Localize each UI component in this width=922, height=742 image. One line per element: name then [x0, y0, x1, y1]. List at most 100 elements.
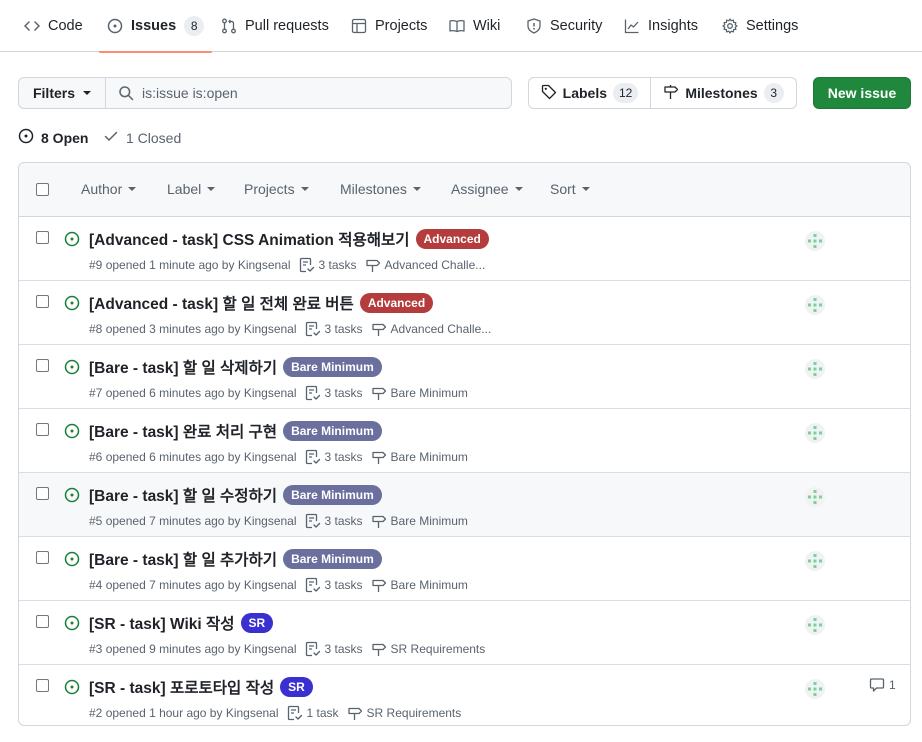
- issue-checkbox[interactable]: [36, 487, 49, 500]
- issue-opened-icon: [64, 295, 80, 311]
- avatar[interactable]: [805, 295, 825, 315]
- assignee-filter[interactable]: Assignee: [451, 181, 523, 197]
- issue-author[interactable]: Kingsenal: [244, 578, 297, 592]
- issue-row[interactable]: [SR - task] 포로토타입 작성 SR #2 opened 1 hour…: [19, 665, 910, 725]
- search-input[interactable]: [142, 85, 502, 101]
- avatar[interactable]: [805, 359, 825, 379]
- milestone-icon: [663, 84, 679, 103]
- issue-number: #5: [89, 514, 103, 528]
- avatar[interactable]: [805, 423, 825, 443]
- issue-title[interactable]: [Advanced - task] CSS Animation 적용해보기: [89, 228, 410, 250]
- issue-row[interactable]: [Bare - task] 완료 처리 구현 Bare Minimum #6 o…: [19, 409, 910, 473]
- issue-author[interactable]: Kingsenal: [244, 386, 297, 400]
- issue-title[interactable]: [Bare - task] 할 일 수정하기: [89, 484, 277, 506]
- issue-checkbox[interactable]: [36, 423, 49, 436]
- issue-milestone[interactable]: Advanced Challe...: [365, 257, 485, 273]
- new-issue-button[interactable]: New issue: [813, 77, 911, 109]
- issue-checkbox[interactable]: [36, 359, 49, 372]
- issue-milestone[interactable]: Bare Minimum: [371, 513, 468, 529]
- task-list[interactable]: 3 tasks: [305, 449, 363, 465]
- issue-author[interactable]: Kingsenal: [226, 706, 279, 720]
- tab-pull-requests-label: Pull requests: [245, 18, 329, 34]
- avatar[interactable]: [805, 551, 825, 571]
- issue-opened-icon: [64, 679, 80, 695]
- issue-row[interactable]: [Bare - task] 할 일 수정하기 Bare Minimum #5 o…: [19, 473, 910, 537]
- tab-insights[interactable]: Insights: [624, 0, 698, 52]
- projects-filter[interactable]: Projects: [244, 181, 309, 197]
- issue-checkbox[interactable]: [36, 551, 49, 564]
- tab-projects[interactable]: Projects: [351, 0, 427, 52]
- comment-count[interactable]: 1: [869, 677, 896, 693]
- issue-milestone[interactable]: Advanced Challe...: [371, 321, 491, 337]
- issue-checkbox[interactable]: [36, 615, 49, 628]
- tab-code[interactable]: Code: [24, 0, 83, 52]
- issue-label[interactable]: Bare Minimum: [283, 357, 382, 377]
- issues-list-header: Author Label Projects Milestones Assigne…: [19, 163, 910, 217]
- search-box: [105, 77, 512, 109]
- tab-issues[interactable]: Issues 8: [98, 0, 213, 53]
- task-list[interactable]: 3 tasks: [305, 385, 363, 401]
- issue-milestone[interactable]: Bare Minimum: [371, 385, 468, 401]
- checklist-icon: [305, 385, 321, 401]
- issue-label[interactable]: Bare Minimum: [283, 421, 382, 441]
- issue-label[interactable]: Advanced: [415, 229, 489, 249]
- task-list[interactable]: 3 tasks: [305, 577, 363, 593]
- issue-author[interactable]: Kingsenal: [244, 322, 297, 336]
- issue-milestone[interactable]: Bare Minimum: [371, 449, 468, 465]
- issue-author[interactable]: Kingsenal: [244, 642, 297, 656]
- issue-label[interactable]: SR: [280, 677, 313, 697]
- issue-milestone[interactable]: SR Requirements: [347, 705, 461, 721]
- issue-author[interactable]: Kingsenal: [238, 258, 291, 272]
- issue-label[interactable]: SR: [240, 613, 274, 633]
- issue-milestone[interactable]: Bare Minimum: [371, 577, 468, 593]
- issue-checkbox[interactable]: [36, 295, 49, 308]
- sort-filter[interactable]: Sort: [550, 181, 590, 197]
- tab-security[interactable]: Security: [526, 0, 602, 52]
- issue-checkbox[interactable]: [36, 679, 49, 692]
- issue-title[interactable]: [SR - task] 포로토타입 작성: [89, 676, 274, 698]
- issue-title[interactable]: [Bare - task] 할 일 추가하기: [89, 548, 277, 570]
- issue-title[interactable]: [Advanced - task] 할 일 전체 완료 버튼: [89, 292, 354, 314]
- open-issues-toggle[interactable]: 8 Open: [18, 128, 88, 147]
- issue-label[interactable]: Advanced: [359, 293, 434, 313]
- checklist-icon: [299, 257, 315, 273]
- issue-title[interactable]: [Bare - task] 완료 처리 구현: [89, 420, 277, 442]
- issue-row[interactable]: [Advanced - task] CSS Animation 적용해보기 Ad…: [19, 217, 910, 281]
- issue-row[interactable]: [Advanced - task] 할 일 전체 완료 버튼 Advanced …: [19, 281, 910, 345]
- issue-row[interactable]: [Bare - task] 할 일 삭제하기 Bare Minimum #7 o…: [19, 345, 910, 409]
- issue-title[interactable]: [Bare - task] 할 일 삭제하기: [89, 356, 277, 378]
- select-all-checkbox[interactable]: [36, 183, 49, 196]
- issue-label[interactable]: Bare Minimum: [283, 485, 382, 505]
- issue-author[interactable]: Kingsenal: [244, 514, 297, 528]
- filters-button[interactable]: Filters: [18, 77, 105, 109]
- label-filter[interactable]: Label: [167, 181, 216, 197]
- labels-button[interactable]: Labels 12: [528, 77, 651, 109]
- tab-pull-requests[interactable]: Pull requests: [221, 0, 329, 52]
- milestone-icon: [371, 641, 387, 657]
- tab-wiki-label: Wiki: [473, 18, 501, 34]
- avatar[interactable]: [805, 231, 825, 251]
- milestone-icon: [365, 257, 381, 273]
- issue-label[interactable]: Bare Minimum: [283, 549, 382, 569]
- avatar[interactable]: [805, 615, 825, 635]
- task-list[interactable]: 3 tasks: [299, 257, 357, 273]
- author-filter[interactable]: Author: [81, 181, 137, 197]
- issue-milestone[interactable]: SR Requirements: [371, 641, 485, 657]
- task-list[interactable]: 1 task: [287, 705, 339, 721]
- closed-issues-toggle[interactable]: 1 Closed: [103, 128, 181, 147]
- issue-row[interactable]: [SR - task] Wiki 작성 SR #3 opened 9 minut…: [19, 601, 910, 665]
- tab-settings[interactable]: Settings: [722, 0, 798, 52]
- task-list[interactable]: 3 tasks: [305, 513, 363, 529]
- issue-author[interactable]: Kingsenal: [244, 450, 297, 464]
- avatar[interactable]: [805, 487, 825, 507]
- tab-wiki[interactable]: Wiki: [449, 0, 500, 52]
- milestones-button[interactable]: Milestones 3: [650, 77, 797, 109]
- task-list[interactable]: 3 tasks: [305, 321, 363, 337]
- task-list[interactable]: 3 tasks: [305, 641, 363, 657]
- milestones-filter[interactable]: Milestones: [340, 181, 421, 197]
- gear-icon: [722, 18, 738, 34]
- issue-row[interactable]: [Bare - task] 할 일 추가하기 Bare Minimum #4 o…: [19, 537, 910, 601]
- issue-title[interactable]: [SR - task] Wiki 작성: [89, 612, 235, 634]
- avatar[interactable]: [805, 679, 825, 699]
- issue-checkbox[interactable]: [36, 231, 49, 244]
